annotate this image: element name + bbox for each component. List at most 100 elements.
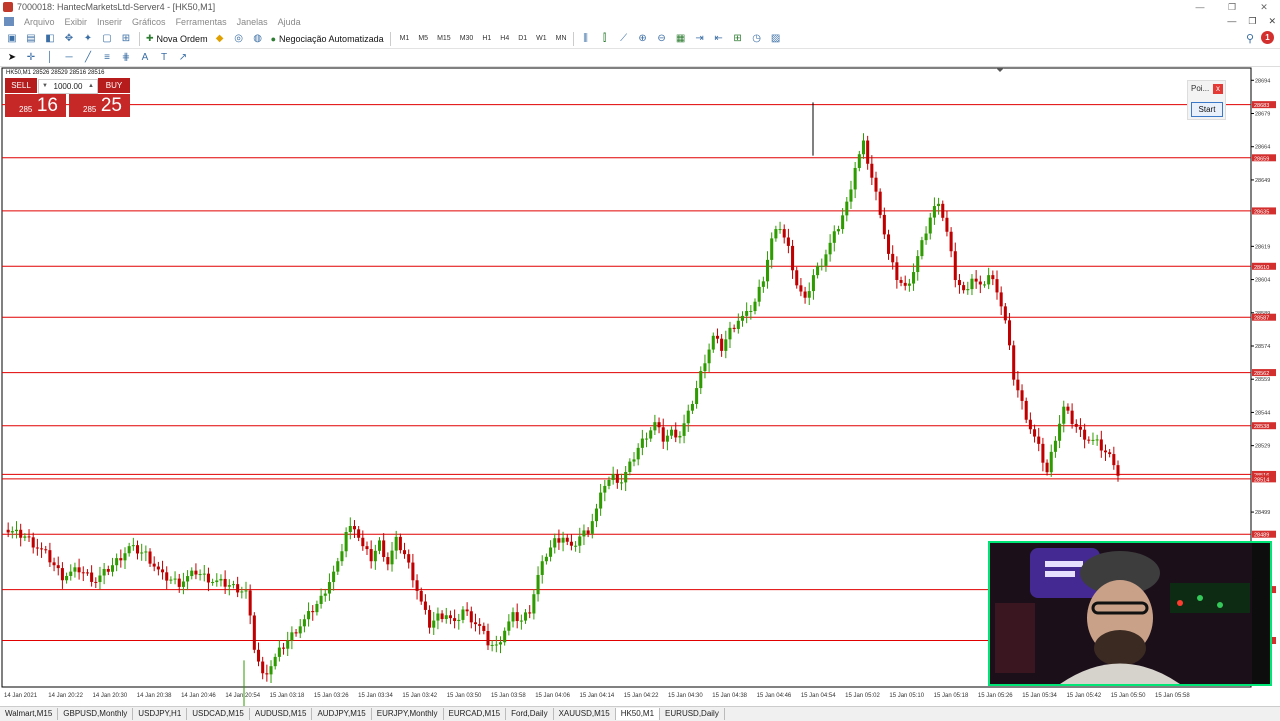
zoom-out-icon[interactable]: ⊖ (655, 32, 669, 45)
time-axis-label: 15 Jan 04:54 (801, 693, 836, 699)
symbol-tab[interactable]: GBPUSD,Monthly (58, 708, 134, 720)
notification-badge[interactable]: 1 (1261, 31, 1274, 44)
bearish-candle (352, 526, 356, 530)
text-tool-icon[interactable]: A (138, 51, 152, 64)
timeframe-m1[interactable]: M1 (400, 35, 410, 42)
fibonacci-icon[interactable]: ⋕ (119, 51, 133, 64)
arrows-icon[interactable]: ↗ (176, 51, 190, 64)
symbol-tab[interactable]: AUDJPY,M15 (312, 708, 372, 720)
bearish-candle (206, 573, 210, 583)
window-title: 7000018: HantecMarketsLtd-Server4 - [HK5… (17, 2, 216, 12)
market-icon[interactable]: ◍ (251, 32, 265, 45)
timeframe-m5[interactable]: M5 (418, 35, 428, 42)
symbol-tab[interactable]: HK50,M1 (615, 708, 661, 720)
indicators-icon[interactable]: ⊞ (731, 32, 745, 45)
lot-decrease-icon[interactable]: ▼ (42, 80, 48, 93)
crosshair-icon[interactable]: ✛ (24, 51, 38, 64)
close-button[interactable]: ✕ (1248, 0, 1280, 14)
minimize-button[interactable]: — (1184, 0, 1216, 14)
bullish-candle (982, 284, 987, 286)
bearish-candle (428, 609, 432, 628)
restore-button[interactable]: ❐ (1216, 0, 1248, 14)
start-button[interactable]: Start (1191, 102, 1223, 117)
buy-price[interactable]: 285 25 (69, 94, 130, 117)
line-chart-icon[interactable]: ⟋ (617, 32, 631, 45)
menu-ferramentas[interactable]: Ferramentas (176, 17, 227, 27)
data-window-icon[interactable]: ✥ (62, 32, 76, 45)
tile-windows-icon[interactable]: ▦ (674, 32, 688, 45)
bullish-candle (682, 423, 686, 436)
symbol-tab[interactable]: EURJPY,Monthly (372, 708, 444, 720)
search-icon[interactable]: ⚲ (1246, 32, 1254, 45)
symbol-tab[interactable]: Ford,Daily (506, 708, 554, 720)
candlestick-icon[interactable]: ⫿ (598, 32, 612, 45)
bearish-candle (465, 609, 469, 612)
signals-icon[interactable]: ◎ (232, 32, 246, 45)
new-order-button[interactable]: ✚ Nova Ordem (146, 33, 208, 44)
bullish-candle (853, 167, 857, 190)
symbol-tab[interactable]: AUDUSD,M15 (250, 708, 313, 720)
timeframe-m15[interactable]: M15 (437, 35, 451, 42)
algo-trading-button[interactable]: ● Negociação Automatizada (271, 34, 384, 44)
bearish-candle (657, 422, 661, 428)
symbol-tab[interactable]: XAUUSD,M15 (554, 708, 616, 720)
symbol-tab[interactable]: USDJPY,H1 (133, 708, 188, 720)
menu-arquivo[interactable]: Arquivo (24, 17, 55, 27)
vertical-line-icon[interactable]: │ (43, 51, 57, 64)
profiles-icon[interactable]: ▤ (24, 32, 38, 45)
timeframe-m30[interactable]: M30 (460, 35, 474, 42)
chart-close-button[interactable]: ✕ (1268, 14, 1276, 29)
buy-button[interactable]: BUY (98, 78, 130, 93)
menu-inserir[interactable]: Inserir (97, 17, 122, 27)
trendline-icon[interactable]: ╱ (81, 51, 95, 64)
text-label-icon[interactable]: T (157, 51, 171, 64)
zoom-in-icon[interactable]: ⊕ (636, 32, 650, 45)
menu-graficos[interactable]: Gráficos (132, 17, 166, 27)
symbol-tab[interactable]: EURUSD,Daily (660, 708, 725, 720)
lot-increase-icon[interactable]: ▲ (88, 80, 94, 93)
bullish-candle (110, 565, 115, 572)
bar-chart-icon[interactable]: ⫼ (579, 32, 593, 45)
expert-panel-close-icon[interactable]: x (1213, 84, 1223, 94)
bearish-candle (1103, 450, 1108, 453)
chart-shift-icon[interactable]: ⇤ (712, 32, 726, 45)
price-level-label: 28489 (1254, 533, 1269, 539)
channel-icon[interactable]: ≡ (100, 51, 114, 64)
navigator-icon[interactable]: ✦ (81, 32, 95, 45)
bullish-candle (711, 335, 715, 350)
cursor-icon[interactable]: ➤ (5, 51, 19, 64)
menu-janelas[interactable]: Janelas (237, 17, 268, 27)
timeframe-w1[interactable]: W1 (536, 35, 547, 42)
chart-minimize-button[interactable]: — (1227, 14, 1236, 29)
symbol-tab[interactable]: USDCAD,M15 (187, 708, 250, 720)
chart-restore-button[interactable]: ❐ (1248, 14, 1256, 29)
symbol-tab[interactable]: Walmart,M15 (0, 708, 59, 720)
bearish-candle (473, 622, 477, 625)
timeframe-h4[interactable]: H4 (500, 35, 509, 42)
new-chart-icon[interactable]: ▣ (5, 32, 19, 45)
bullish-candle (861, 140, 866, 155)
timeframe-mn[interactable]: MN (556, 35, 567, 42)
timeframe-h1[interactable]: H1 (482, 35, 491, 42)
horizontal-line-icon[interactable]: ─ (62, 51, 76, 64)
menu-exibir[interactable]: Exibir (65, 17, 88, 27)
chart-menu-icon[interactable] (4, 17, 14, 26)
periods-icon[interactable]: ◷ (750, 32, 764, 45)
templates-icon[interactable]: ▨ (769, 32, 783, 45)
market-watch-icon[interactable]: ◧ (43, 32, 57, 45)
timeframe-d1[interactable]: D1 (518, 35, 527, 42)
menu-ajuda[interactable]: Ajuda (278, 17, 301, 27)
expert-panel: Poi... x Start (1187, 80, 1226, 120)
terminal-icon[interactable]: ▢ (100, 32, 114, 45)
strategy-tester-icon[interactable]: ⊞ (119, 32, 133, 45)
bearish-candle (248, 590, 252, 616)
metaeditor-icon[interactable]: ◆ (213, 32, 227, 45)
sell-price[interactable]: 285 16 (5, 94, 66, 117)
sell-button[interactable]: SELL (5, 78, 37, 93)
bullish-candle (820, 265, 824, 267)
lot-size-field[interactable]: ▼ 1000.00 ▲ (38, 79, 98, 94)
bearish-candle (152, 563, 156, 567)
symbol-tab[interactable]: EURCAD,M15 (444, 708, 507, 720)
scroll-end-icon[interactable]: ⇥ (693, 32, 707, 45)
bearish-candle (945, 217, 949, 232)
